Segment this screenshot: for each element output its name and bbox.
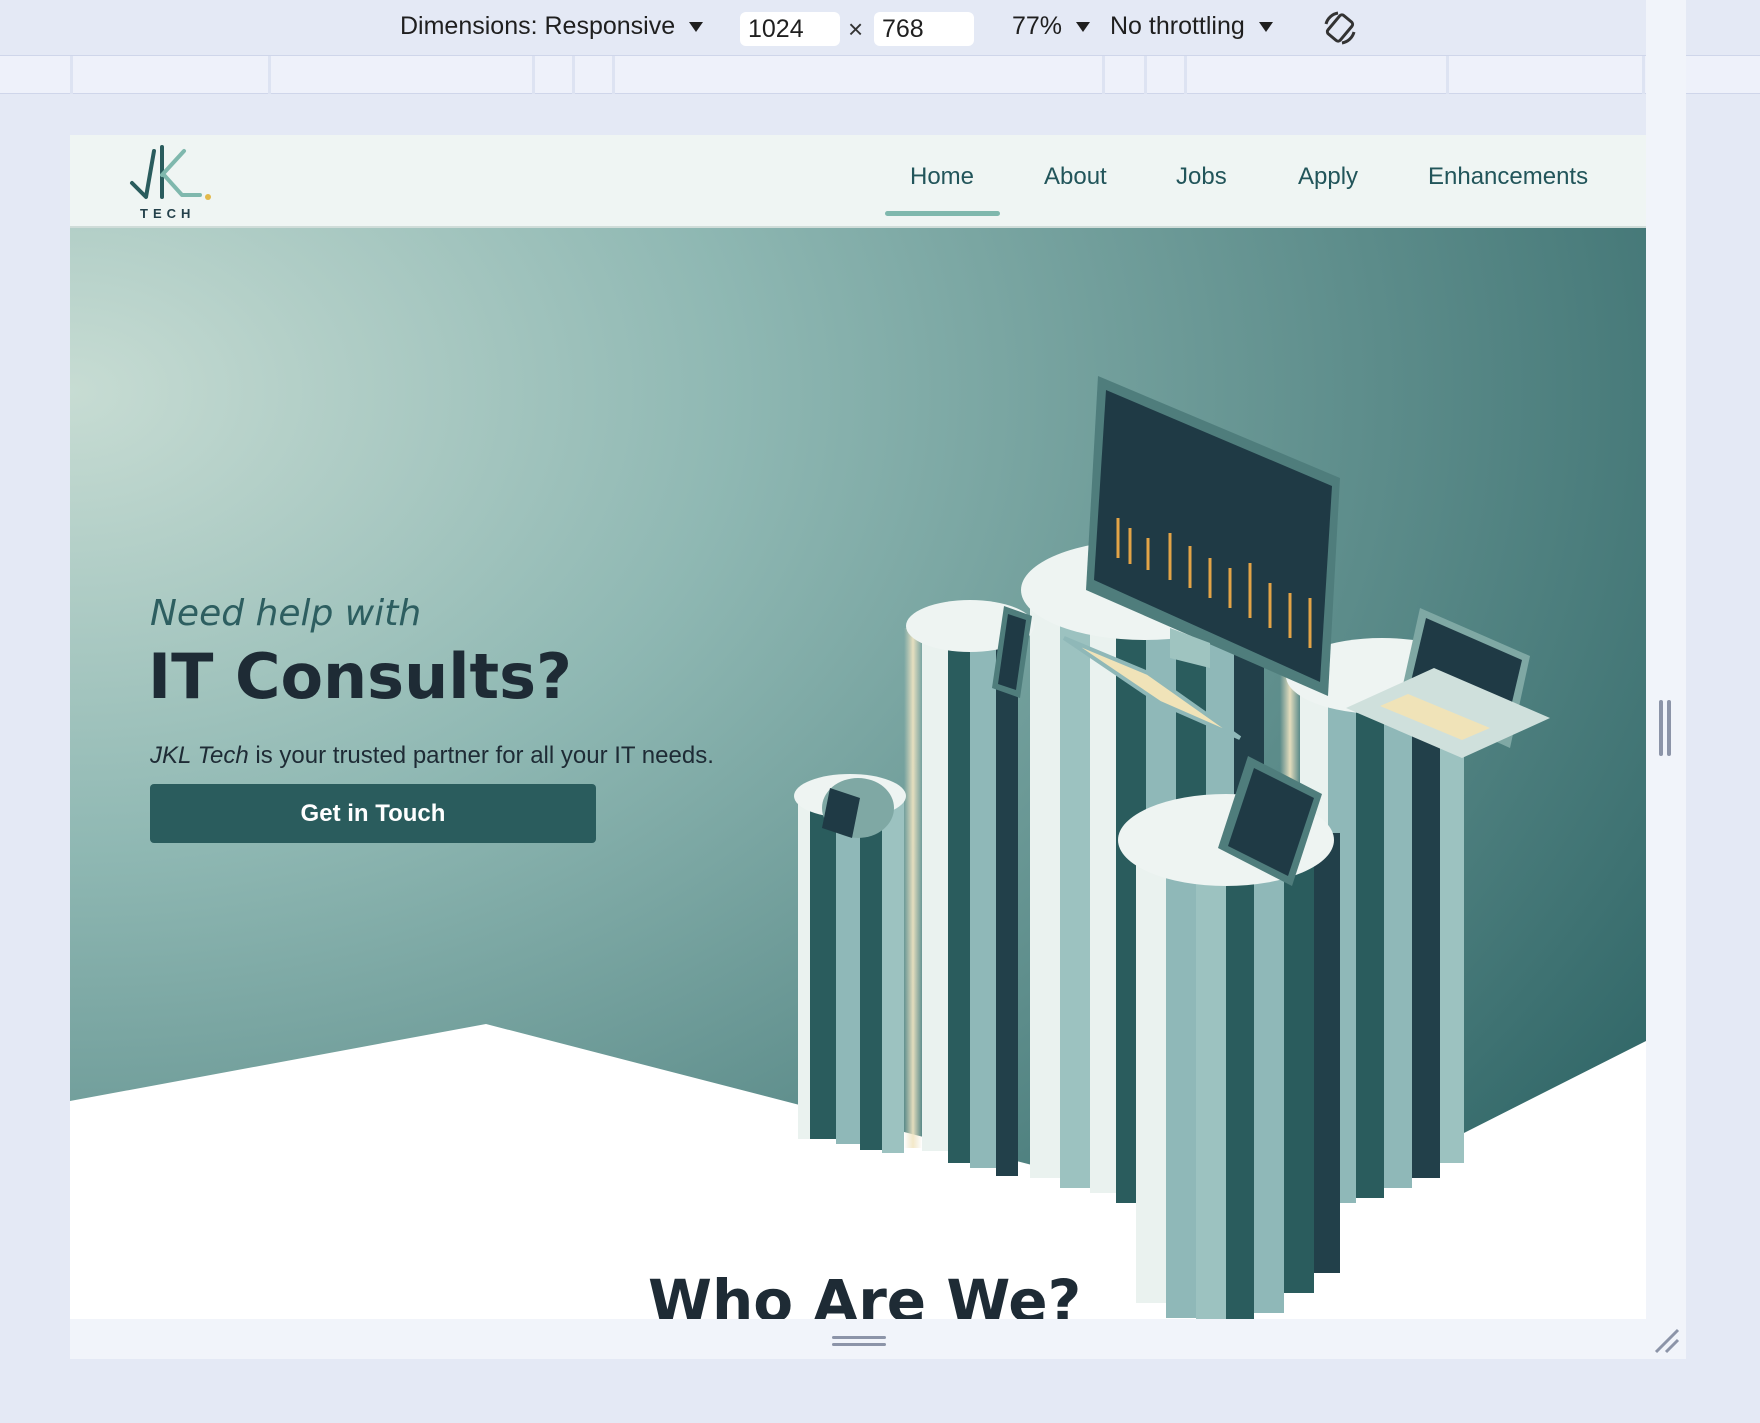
throttling-label: No throttling xyxy=(1110,12,1245,40)
horizontal-grip-icon[interactable] xyxy=(832,1334,886,1348)
nav-about[interactable]: About xyxy=(1044,163,1107,191)
throttling-dropdown[interactable]: No throttling xyxy=(1110,12,1273,41)
chevron-down-icon xyxy=(1258,21,1273,32)
get-in-touch-button[interactable]: Get in Touch xyxy=(150,784,596,843)
nav-jobs[interactable]: Jobs xyxy=(1176,163,1227,191)
height-input[interactable]: 768 xyxy=(874,12,974,46)
hero-subtext: JKL Tech is your trusted partner for all… xyxy=(150,742,714,770)
vertical-grip-icon[interactable] xyxy=(1658,700,1672,756)
times-symbol: × xyxy=(848,14,864,44)
rotate-icon[interactable] xyxy=(1320,8,1360,48)
chevron-down-icon xyxy=(689,21,704,32)
nav-enhancements[interactable]: Enhancements xyxy=(1428,163,1588,191)
active-nav-indicator xyxy=(885,211,1000,216)
section-title-who-are-we: Who Are We? xyxy=(648,1267,1082,1319)
width-input[interactable]: 1024 xyxy=(740,12,840,46)
devtools-toolbar: Dimensions: Responsive 1024 × 768 77% No… xyxy=(0,0,1760,56)
right-resize-handle[interactable] xyxy=(1646,0,1686,1224)
chevron-down-icon xyxy=(1076,21,1091,32)
zoom-dropdown[interactable]: 77% xyxy=(1012,12,1091,41)
nav-apply[interactable]: Apply xyxy=(1298,163,1358,191)
nav-home[interactable]: Home xyxy=(910,163,974,191)
hero-illustration xyxy=(70,228,1646,1319)
dimensions-label: Dimensions: Responsive xyxy=(400,12,676,40)
dimensions-dropdown[interactable]: Dimensions: Responsive xyxy=(400,12,704,41)
corner-resize-icon[interactable] xyxy=(1652,1326,1682,1356)
hero-subtext-body: is your trusted partner for all your IT … xyxy=(248,742,714,769)
media-query-ruler xyxy=(0,56,1760,94)
zoom-label: 77% xyxy=(1012,12,1063,40)
hero-headline: IT Consults? xyxy=(148,640,572,713)
web-page: Need help with IT Consults? JKL Tech is … xyxy=(70,135,1646,1319)
site-navbar: TECH Home About Jobs Apply Enhancements xyxy=(70,135,1646,228)
hero-section: Need help with IT Consults? JKL Tech is … xyxy=(70,228,1646,1319)
logo-text: TECH xyxy=(140,206,196,221)
hero-kicker: Need help with xyxy=(150,593,422,634)
brand-name: JKL Tech xyxy=(150,742,249,769)
